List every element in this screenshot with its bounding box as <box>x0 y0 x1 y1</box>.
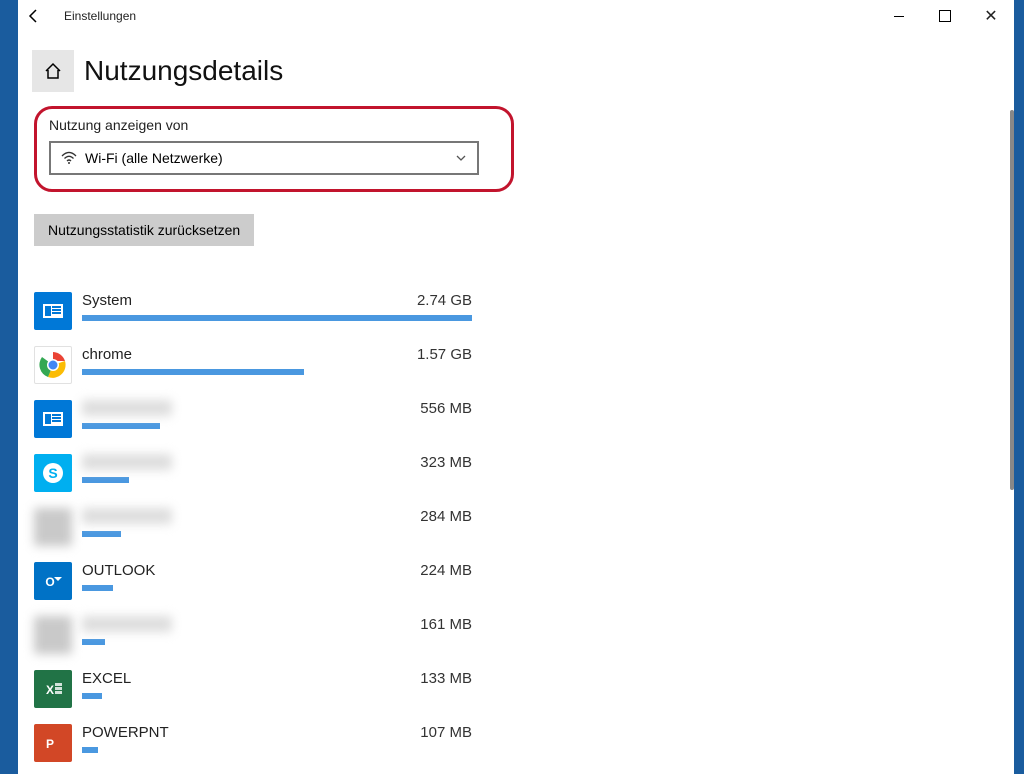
network-dropdown[interactable]: Wi-Fi (alle Netzwerke) <box>49 141 479 175</box>
titlebar: Einstellungen ✕ <box>18 0 1014 32</box>
scrollbar[interactable] <box>1010 110 1014 490</box>
system-icon <box>34 400 72 438</box>
app-head: 284 MB <box>82 508 472 525</box>
app-amount: 161 MB <box>392 616 472 633</box>
chrome-icon <box>34 346 72 384</box>
app-body: POWERPNT 107 MB <box>82 724 472 753</box>
app-amount: 284 MB <box>392 508 472 525</box>
content-area: Nutzung anzeigen von Wi-Fi (alle Netzwer… <box>18 102 1014 774</box>
skype-icon: S <box>34 454 72 492</box>
app-body: OUTLOOK 224 MB <box>82 562 472 591</box>
usage-bar-fill <box>82 315 472 321</box>
app-row[interactable]: P POWERPNT 107 MB <box>34 716 998 770</box>
blur-icon <box>34 616 72 654</box>
app-name <box>82 454 172 470</box>
svg-text:X: X <box>46 683 54 697</box>
app-name: System <box>82 292 132 309</box>
usage-bar <box>82 477 472 483</box>
app-row[interactable]: 556 MB <box>34 392 998 446</box>
app-body: 556 MB <box>82 400 472 429</box>
usage-bar-fill <box>82 369 304 375</box>
app-name: chrome <box>82 346 132 363</box>
page-header: Nutzungsdetails <box>18 32 1014 102</box>
app-row[interactable]: O OUTLOOK 224 MB <box>34 554 998 608</box>
app-row[interactable]: chrome 1.57 GB <box>34 338 998 392</box>
app-head: 323 MB <box>82 454 472 471</box>
app-head: 161 MB <box>82 616 472 633</box>
window-title: Einstellungen <box>64 9 136 23</box>
app-name: EXCEL <box>82 670 131 687</box>
app-body: EXCEL 133 MB <box>82 670 472 699</box>
outlook-icon: O <box>34 562 72 600</box>
app-head: chrome 1.57 GB <box>82 346 472 363</box>
app-name <box>82 400 172 416</box>
usage-bar <box>82 639 472 645</box>
page-title: Nutzungsdetails <box>84 55 283 87</box>
usage-bar <box>82 423 472 429</box>
settings-window: Einstellungen ✕ Nutzungsdetails Nutzung … <box>18 0 1014 774</box>
svg-text:S: S <box>48 465 57 481</box>
app-row[interactable]: 284 MB <box>34 500 998 554</box>
app-name <box>82 508 172 524</box>
app-head: POWERPNT 107 MB <box>82 724 472 741</box>
app-amount: 323 MB <box>392 454 472 471</box>
excel-icon: X <box>34 670 72 708</box>
app-head: 556 MB <box>82 400 472 417</box>
app-body: 161 MB <box>82 616 472 645</box>
usage-bar <box>82 693 472 699</box>
app-head: OUTLOOK 224 MB <box>82 562 472 579</box>
app-amount: 2.74 GB <box>392 292 472 309</box>
usage-bar-fill <box>82 585 113 591</box>
usage-bar-fill <box>82 531 121 537</box>
home-icon <box>43 61 63 81</box>
dropdown-label: Nutzung anzeigen von <box>49 117 499 133</box>
wifi-icon <box>61 151 77 165</box>
app-row[interactable]: S 323 MB <box>34 446 998 500</box>
usage-bar-fill <box>82 477 129 483</box>
chevron-down-icon <box>455 152 467 164</box>
app-row[interactable]: X EXCEL 133 MB <box>34 662 998 716</box>
window-controls: ✕ <box>876 0 1014 32</box>
usage-bar <box>82 369 472 375</box>
app-body: System 2.74 GB <box>82 292 472 321</box>
usage-bar-fill <box>82 693 102 699</box>
usage-bar <box>82 315 472 321</box>
usage-bar <box>82 747 472 753</box>
app-body: 323 MB <box>82 454 472 483</box>
usage-bar-fill <box>82 639 105 645</box>
home-button[interactable] <box>32 50 74 92</box>
app-row[interactable]: System 2.74 GB <box>34 284 998 338</box>
app-usage-list: System 2.74 GB chrome 1.57 GB 556 MB S 323 MB 2… <box>34 284 998 770</box>
reset-stats-button[interactable]: Nutzungsstatistik zurücksetzen <box>34 214 254 246</box>
system-icon <box>34 292 72 330</box>
app-row[interactable]: 161 MB <box>34 608 998 662</box>
app-name <box>82 616 172 632</box>
app-amount: 1.57 GB <box>392 346 472 363</box>
minimize-button[interactable] <box>876 0 922 32</box>
app-name: POWERPNT <box>82 724 169 741</box>
svg-text:O: O <box>45 575 54 589</box>
maximize-button[interactable] <box>922 0 968 32</box>
app-amount: 556 MB <box>392 400 472 417</box>
blur-icon <box>34 508 72 546</box>
app-head: EXCEL 133 MB <box>82 670 472 687</box>
app-amount: 224 MB <box>392 562 472 579</box>
app-head: System 2.74 GB <box>82 292 472 309</box>
dropdown-value: Wi-Fi (alle Netzwerke) <box>85 150 223 166</box>
back-button[interactable] <box>26 8 56 24</box>
app-amount: 107 MB <box>392 724 472 741</box>
app-name: OUTLOOK <box>82 562 155 579</box>
app-body: 284 MB <box>82 508 472 537</box>
svg-text:P: P <box>46 737 54 751</box>
usage-bar-fill <box>82 747 98 753</box>
powerpnt-icon: P <box>34 724 72 762</box>
close-button[interactable]: ✕ <box>968 0 1014 32</box>
app-amount: 133 MB <box>392 670 472 687</box>
usage-bar <box>82 531 472 537</box>
usage-bar <box>82 585 472 591</box>
highlight-annotation: Nutzung anzeigen von Wi-Fi (alle Netzwer… <box>34 106 514 192</box>
app-body: chrome 1.57 GB <box>82 346 472 375</box>
usage-bar-fill <box>82 423 160 429</box>
